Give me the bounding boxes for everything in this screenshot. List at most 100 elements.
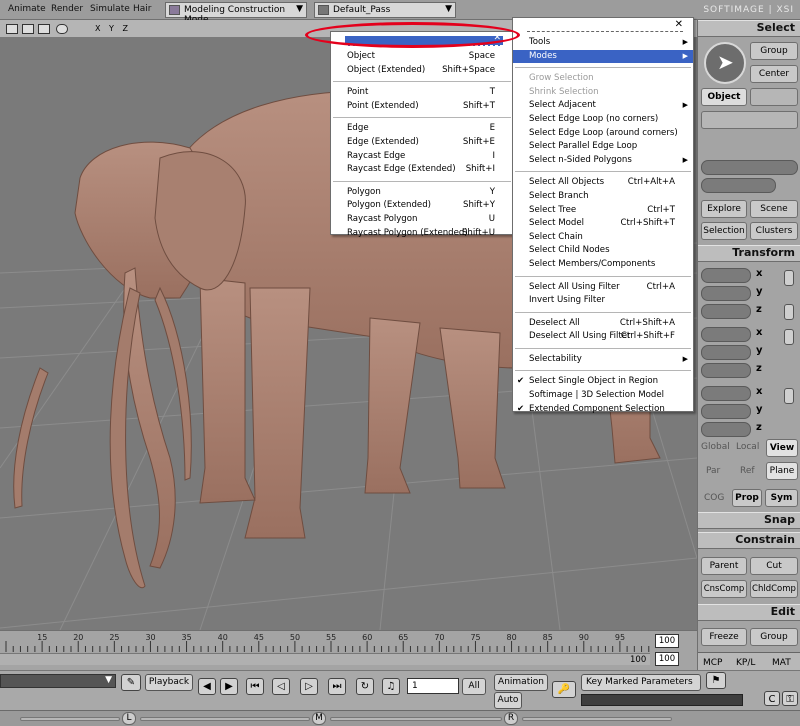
translate-lock-icon[interactable] xyxy=(784,388,794,404)
menu-item-softimage-3d-selection-model[interactable]: Softimage | 3D Selection Model xyxy=(513,389,693,403)
menu-item-select-chain[interactable]: Select Chain xyxy=(513,231,693,245)
menu-item-edge-extended[interactable]: Edge (Extended) Shift+E xyxy=(331,136,513,150)
tab-mat[interactable]: MAT xyxy=(772,658,791,668)
script-icon[interactable]: ✎ xyxy=(121,674,141,691)
rotate-z-field[interactable] xyxy=(701,363,751,378)
menu-item-select-model[interactable]: Select Model Ctrl+Shift+T xyxy=(513,217,693,231)
menu-item-selectability[interactable]: Selectability ▶ xyxy=(513,353,693,367)
play-backward-icon[interactable]: ◁ xyxy=(272,678,290,695)
snap-header[interactable]: Snap xyxy=(698,512,800,529)
cut-button[interactable]: Cut xyxy=(750,557,798,575)
previous-frame-icon[interactable]: ◀ xyxy=(198,678,216,695)
scale-lock-icon[interactable] xyxy=(784,270,794,286)
end-range-field[interactable]: 100 xyxy=(655,652,679,666)
explore-button[interactable]: Explore xyxy=(701,200,747,218)
tab-mcp[interactable]: MCP xyxy=(703,658,722,668)
current-frame-field[interactable]: 1 xyxy=(407,678,459,694)
filter-slot-button-2[interactable] xyxy=(701,111,798,129)
menu-item-select-members-components[interactable]: Select Members/Components xyxy=(513,258,693,272)
menu-item-deselect-all[interactable]: Deselect All Ctrl+Shift+A xyxy=(513,317,693,331)
sym-toggle[interactable]: Sym xyxy=(765,489,798,507)
selection-field[interactable] xyxy=(701,160,798,175)
ref-toggle[interactable]: Ref xyxy=(740,466,755,476)
center-button[interactable]: Center xyxy=(750,65,798,83)
menu-hair[interactable]: Hair xyxy=(133,4,151,14)
next-frame-icon[interactable]: ▶ xyxy=(220,678,238,695)
menu-item-select-n-sided-polygons[interactable]: Select n-Sided Polygons ▶ xyxy=(513,154,693,168)
menu-item-select-tree[interactable]: Select Tree Ctrl+T xyxy=(513,204,693,218)
menu-animate[interactable]: Animate xyxy=(8,4,46,14)
display-icon[interactable] xyxy=(38,24,50,34)
freeze-button[interactable]: Freeze xyxy=(701,628,747,646)
chldcomp-button[interactable]: ChldComp xyxy=(750,580,798,598)
mode-dropdown[interactable]: Modeling Construction Mode ▼ xyxy=(165,2,307,25)
menu-item-select-branch[interactable]: Select Branch xyxy=(513,190,693,204)
menu-item-edge[interactable]: Edge E xyxy=(331,122,513,136)
pass-dropdown[interactable]: Default_Pass ▼ xyxy=(314,2,456,18)
scale-lock-icon-2[interactable] xyxy=(784,304,794,320)
filter-slot-button[interactable] xyxy=(750,88,798,106)
selection-button[interactable]: Selection xyxy=(701,222,747,240)
clusters-button[interactable]: Clusters xyxy=(750,222,798,240)
prop-toggle[interactable]: Prop xyxy=(732,489,762,507)
maximize-icon[interactable] xyxy=(22,24,34,34)
group-button[interactable]: Group xyxy=(750,42,798,60)
end-frame-field[interactable]: 100 xyxy=(655,634,679,648)
play-forward-icon[interactable]: ▷ xyxy=(300,678,318,695)
view-toggle[interactable]: View xyxy=(766,439,798,457)
menu-item-select-edge-loop-no-corners[interactable]: Select Edge Loop (no corners) xyxy=(513,113,693,127)
transform-header[interactable]: Transform xyxy=(698,245,800,262)
camera-icon[interactable] xyxy=(6,24,18,34)
lock-icon[interactable]: ⚿ xyxy=(782,691,798,706)
timeline[interactable]: 15 20 25 30 35 40 45 50 55 60 65 70 75 80 85 90 95 100 1… xyxy=(0,630,697,670)
select-arrow-button[interactable]: ➤ xyxy=(704,42,746,84)
command-dropdown[interactable]: ▼ xyxy=(0,674,116,688)
menu-render[interactable]: Render xyxy=(51,4,83,14)
all-button[interactable]: All xyxy=(462,678,486,695)
close-icon[interactable]: ✕ xyxy=(675,19,683,30)
plane-toggle[interactable]: Plane xyxy=(766,462,798,480)
menu-item-select-all-objects[interactable]: Select All Objects Ctrl+Alt+A xyxy=(513,176,693,190)
translate-y-field[interactable] xyxy=(701,404,751,419)
select-header[interactable]: Select xyxy=(698,20,800,37)
loop-icon[interactable]: ↻ xyxy=(356,678,374,695)
edit-header[interactable]: Edit xyxy=(698,604,800,621)
cnscomp-button[interactable]: CnsComp xyxy=(701,580,747,598)
menu-item-tools[interactable]: Tools ▶ xyxy=(513,36,693,50)
menu-item-select-adjacent[interactable]: Select Adjacent ▶ xyxy=(513,99,693,113)
scale-x-field[interactable] xyxy=(701,268,751,283)
auto-key-button[interactable]: Auto xyxy=(494,692,522,709)
local-toggle[interactable]: Local xyxy=(736,442,759,452)
menu-item-select-child-nodes[interactable]: Select Child Nodes xyxy=(513,244,693,258)
playback-button[interactable]: Playback xyxy=(145,674,193,691)
tearoff-line[interactable] xyxy=(527,22,683,32)
object-filter-button[interactable]: Object xyxy=(701,88,747,106)
translate-z-field[interactable] xyxy=(701,422,751,437)
eye-icon[interactable] xyxy=(56,24,68,34)
last-frame-icon[interactable]: ⏭ xyxy=(328,678,346,695)
keyframe-icon[interactable]: ⚑ xyxy=(706,672,726,689)
menu-item-select-parallel-edge-loop[interactable]: Select Parallel Edge Loop xyxy=(513,140,693,154)
menu-simulate[interactable]: Simulate xyxy=(90,4,130,14)
menu-item-raycast-edge[interactable]: Raycast Edge I xyxy=(331,150,513,164)
audio-icon[interactable]: ♫ xyxy=(382,678,400,695)
rotate-y-field[interactable] xyxy=(701,345,751,360)
menu-item-polygon-extended[interactable]: Polygon (Extended) Shift+Y xyxy=(331,199,513,213)
menu-item-raycast-polygon[interactable]: Raycast Polygon U xyxy=(331,213,513,227)
translate-x-field[interactable] xyxy=(701,386,751,401)
timeline-ruler[interactable]: 15 20 25 30 35 40 45 50 55 60 65 70 75 80 85 90 95 xyxy=(0,631,650,653)
tab-kpl[interactable]: KP/L xyxy=(736,658,755,668)
menu-item-object[interactable]: Object Space xyxy=(331,50,513,64)
console-c-icon[interactable]: C xyxy=(764,691,780,706)
constrain-header[interactable]: Constrain xyxy=(698,532,800,549)
menu-item-object-extended[interactable]: Object (Extended) Shift+Space xyxy=(331,64,513,78)
global-toggle[interactable]: Global xyxy=(701,442,730,452)
menu-item-deselect-all-using-filter[interactable]: Deselect All Using Filter Ctrl+Shift+F xyxy=(513,330,693,344)
menu-item-invert-using-filter[interactable]: Invert Using Filter xyxy=(513,294,693,308)
first-frame-icon[interactable]: ⏮ xyxy=(246,678,264,695)
cog-toggle[interactable]: COG xyxy=(704,493,724,503)
menu-item-raycast-polygon-extended[interactable]: Raycast Polygon (Extended) Shift+U xyxy=(331,227,513,241)
menu-item-modes[interactable]: Modes ▶ xyxy=(513,49,693,64)
key-icon[interactable]: 🔑 xyxy=(552,681,576,698)
menu-item-select-all-using-filter[interactable]: Select All Using Filter Ctrl+A xyxy=(513,281,693,295)
